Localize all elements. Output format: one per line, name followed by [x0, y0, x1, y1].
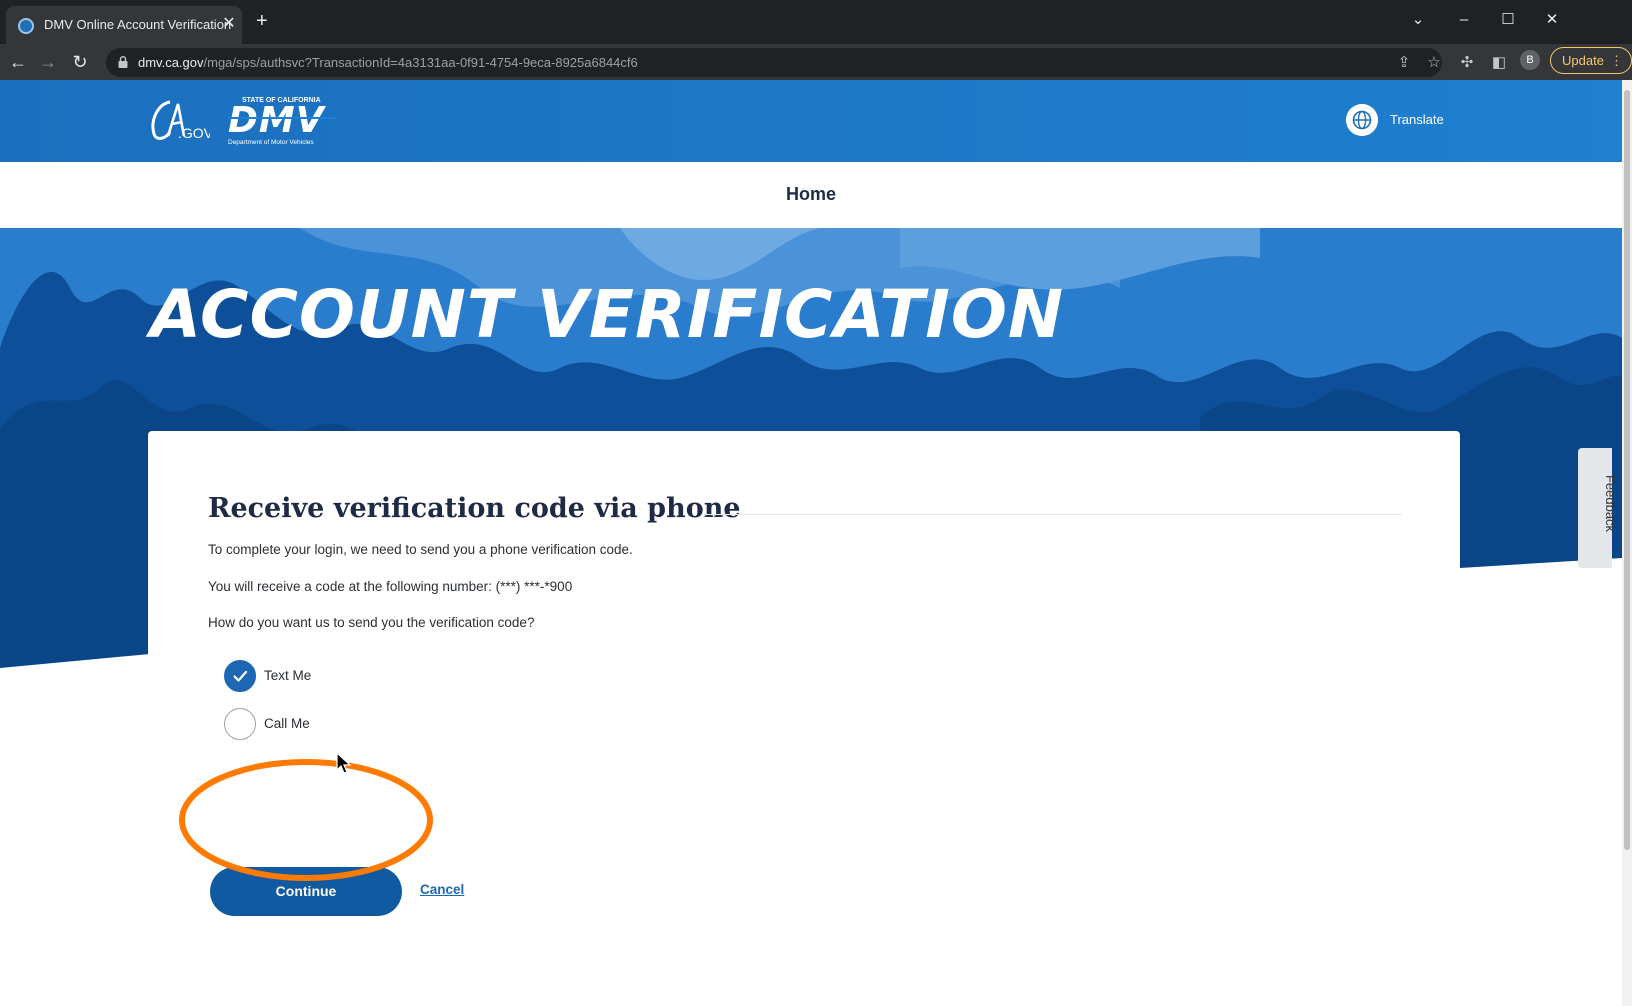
nav-home-link[interactable]: Home — [0, 184, 1622, 205]
checkmark-icon — [233, 670, 248, 682]
globe-icon — [1346, 104, 1378, 136]
feedback-tab[interactable]: Feedback — [1578, 448, 1618, 568]
dmv-logo[interactable]: STATE OF CALIFORNIA DMV Department of Mo… — [226, 94, 340, 148]
browser-tab-active[interactable]: DMV Online Account Verification ✕ — [6, 6, 242, 44]
lock-icon — [118, 56, 128, 68]
svg-text:Department of Motor Vehicles: Department of Motor Vehicles — [228, 139, 314, 146]
new-tab-icon[interactable]: + — [256, 11, 268, 31]
scrollbar-thumb[interactable] — [1624, 90, 1630, 850]
card-heading: Receive verification code via phone — [208, 493, 741, 524]
call-me-radio[interactable] — [224, 708, 256, 740]
svg-text:DMV: DMV — [228, 100, 327, 141]
ca-gov-text: .GOV — [178, 125, 210, 141]
url-host: dmv.ca.gov — [138, 55, 204, 70]
share-icon[interactable]: ⇪ — [1394, 53, 1414, 73]
menu-kebab-icon[interactable]: ⋮ — [1610, 48, 1623, 73]
update-button[interactable]: Update ⋮ — [1550, 47, 1632, 74]
cursor-icon — [336, 752, 352, 774]
url-path: /mga/sps/authsvc?TransactionId=4a3131aa-… — [203, 55, 638, 70]
browser-toolbar: ← → ↻ dmv.ca.gov/mga/sps/authsvc?Transac… — [0, 44, 1632, 80]
cancel-link[interactable]: Cancel — [420, 882, 464, 897]
verification-card: Receive verification code via phone To c… — [148, 431, 1460, 1006]
forward-arrow-icon[interactable]: → — [36, 50, 60, 74]
dmv-favicon-icon — [18, 18, 34, 34]
method-question: How do you want us to send you the verif… — [208, 615, 535, 630]
profile-avatar[interactable]: B — [1520, 50, 1540, 70]
call-me-label: Call Me — [264, 716, 310, 731]
phone-number-text: You will receive a code at the following… — [208, 579, 573, 594]
heading-divider — [704, 514, 1402, 515]
ca-gov-logo[interactable]: .GOV — [148, 98, 210, 144]
window-close-icon[interactable]: ✕ — [1540, 8, 1564, 32]
text-me-label: Text Me — [264, 668, 312, 683]
side-panel-icon[interactable]: ◧ — [1488, 52, 1510, 74]
translate-label: Translate — [1390, 112, 1444, 127]
url-text: dmv.ca.gov/mga/sps/authsvc?TransactionId… — [138, 55, 638, 70]
address-bar[interactable]: dmv.ca.gov/mga/sps/authsvc?TransactionId… — [106, 48, 1442, 77]
feedback-label: Feedback — [1603, 474, 1619, 533]
text-me-radio[interactable] — [224, 660, 256, 692]
web-page: .GOV STATE OF CALIFORNIA DMV Department … — [0, 80, 1622, 1006]
browser-tab-strip: DMV Online Account Verification ✕ + ⌄ – … — [0, 0, 1632, 44]
main-navigation: Home — [0, 162, 1622, 228]
maximize-icon[interactable]: ☐ — [1496, 8, 1520, 32]
tab-close-icon[interactable]: ✕ — [220, 14, 238, 34]
page-scrollbar[interactable] — [1622, 80, 1632, 1006]
continue-button[interactable]: Continue — [210, 867, 402, 916]
bookmark-star-icon[interactable]: ☆ — [1424, 53, 1444, 73]
update-label: Update — [1562, 53, 1604, 68]
back-arrow-icon[interactable]: ← — [6, 50, 30, 74]
extensions-puzzle-icon[interactable]: ✣ — [1456, 52, 1478, 74]
site-header: .GOV STATE OF CALIFORNIA DMV Department … — [0, 80, 1622, 162]
tab-title: DMV Online Account Verification — [44, 17, 232, 32]
reload-icon[interactable]: ↻ — [68, 50, 92, 74]
minimize-icon[interactable]: – — [1452, 8, 1476, 32]
page-title: ACCOUNT VERIFICATION — [150, 276, 1065, 353]
intro-text: To complete your login, we need to send … — [208, 542, 633, 557]
tab-search-chevron-icon[interactable]: ⌄ — [1406, 8, 1430, 32]
